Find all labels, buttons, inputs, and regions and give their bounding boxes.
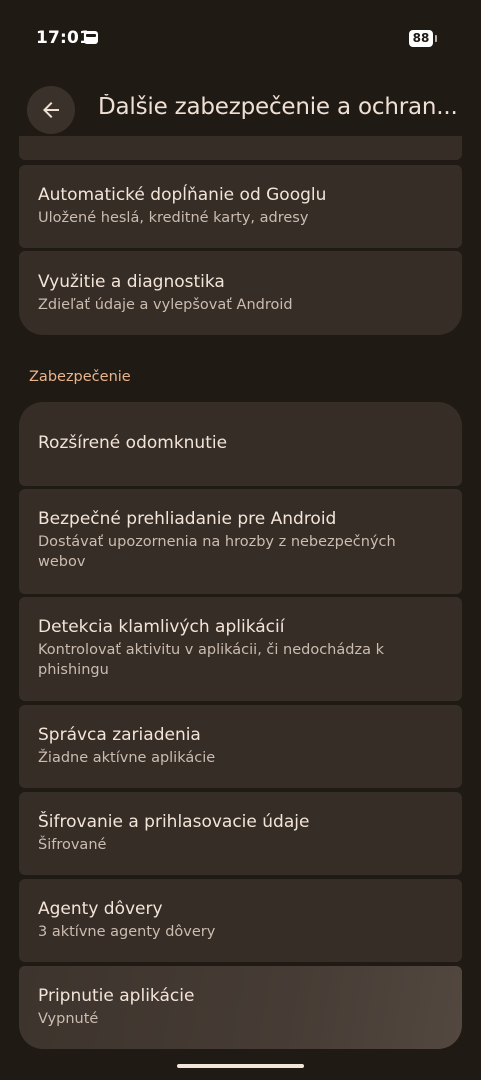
settings-screen: 17:01 88 Ďalšie zabezpečenie a ochran...…: [0, 0, 481, 1080]
battery-tip: [435, 35, 437, 42]
list-item-subtitle: Zdieľať údaje a vylepšovať Android: [38, 297, 293, 313]
list-item-extended-unlock[interactable]: Rozšírené odomknutie: [19, 402, 462, 486]
list-item-subtitle: Šifrované: [38, 837, 107, 853]
status-bar: 17:01 88: [0, 0, 481, 78]
list-item-usage-diagnostics[interactable]: Využitie a diagnostika Zdieľať údaje a v…: [19, 251, 462, 335]
list-item-clipped[interactable]: [19, 136, 462, 160]
status-time: 17:01: [36, 28, 92, 48]
list-item-app-pinning[interactable]: Pripnutie aplikácie Vypnuté: [19, 966, 462, 1049]
list-item-autofill[interactable]: Automatické dopĺňanie od Googlu Uložené …: [19, 165, 462, 248]
gesture-nav-handle[interactable]: [177, 1064, 304, 1068]
list-item-trust-agents[interactable]: Agenty dôvery 3 aktívne agenty dôvery: [19, 879, 462, 962]
list-item-title: Detekcia klamlivých aplikácií: [38, 617, 285, 637]
list-item-subtitle: 3 aktívne agenty dôvery: [38, 924, 216, 940]
list-item-title: Agenty dôvery: [38, 899, 163, 919]
list-item-safe-browsing[interactable]: Bezpečné prehliadanie pre Android Dostáv…: [19, 489, 462, 594]
list-item-subtitle: Uložené heslá, kreditné karty, adresy: [38, 210, 309, 226]
list-item-title: Rozšírené odomknutie: [38, 433, 228, 453]
section-header-security: Zabezpečenie: [29, 369, 131, 385]
list-item-deceptive-apps[interactable]: Detekcia klamlivých aplikácií Kontrolova…: [19, 597, 462, 701]
wallet-icon: [84, 31, 98, 44]
page-title: Ďalšie zabezpečenie a ochran...: [98, 94, 458, 120]
arrow-back-icon: [43, 102, 59, 118]
list-item-title: Využitie a diagnostika: [38, 272, 225, 292]
list-item-subtitle: Vypnuté: [38, 1011, 99, 1027]
list-item-subtitle: Žiadne aktívne aplikácie: [38, 750, 216, 766]
back-button[interactable]: [27, 86, 75, 134]
list-item-subtitle: Kontrolovať aktivitu v aplikácii, či ned…: [38, 642, 384, 678]
list-item-title: Správca zariadenia: [38, 725, 201, 745]
list-item-encryption[interactable]: Šifrovanie a prihlasovacie údaje Šifrova…: [19, 792, 462, 875]
list-item-title: Šifrovanie a prihlasovacie údaje: [38, 812, 310, 832]
list-item-title: Bezpečné prehliadanie pre Android: [38, 509, 337, 529]
list-item-title: Pripnutie aplikácie: [38, 986, 195, 1006]
top-app-bar: Ďalšie zabezpečenie a ochran...: [0, 84, 481, 136]
list-item-subtitle: Dostávať upozornenia na hrozby z nebezpe…: [38, 534, 396, 570]
list-item-title: Automatické dopĺňanie od Googlu: [38, 185, 327, 205]
battery-icon: 88: [409, 30, 433, 47]
list-item-device-admin[interactable]: Správca zariadenia Žiadne aktívne apliká…: [19, 705, 462, 788]
